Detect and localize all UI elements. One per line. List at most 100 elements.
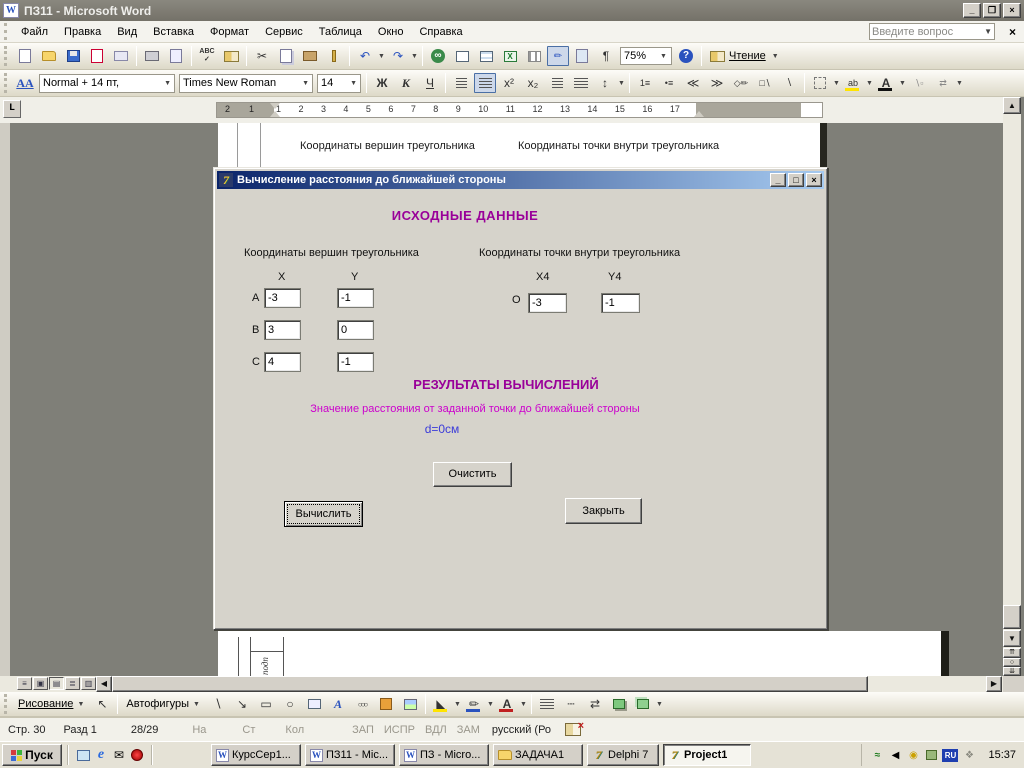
vertex-a-x-input[interactable]	[264, 288, 301, 308]
menu-item[interactable]: Таблица	[311, 23, 370, 41]
horizontal-scrollbar[interactable]: ≡ ▣ ▤ ≣ ▥ ◀ ▶	[0, 676, 1024, 692]
borders-button[interactable]	[809, 73, 831, 93]
email-button[interactable]	[110, 46, 132, 66]
menu-item[interactable]: Справка	[411, 23, 470, 41]
draw-menu-button[interactable]: Рисование ▼	[13, 696, 90, 712]
browse-previous-icon[interactable]: ⇈	[1003, 648, 1021, 658]
line-color-button[interactable]: ✏	[463, 694, 485, 714]
print-button[interactable]	[141, 46, 163, 66]
line-button[interactable]: ∖	[207, 694, 229, 714]
highlight-dropdown-icon[interactable]: ▼	[865, 80, 874, 87]
wordart-button[interactable]: А	[327, 694, 349, 714]
clear-button[interactable]: Очистить	[433, 462, 512, 487]
spelling-status-icon[interactable]	[565, 720, 584, 736]
chevron-down-icon[interactable]: ▼	[299, 80, 309, 87]
opera-icon[interactable]	[128, 746, 146, 764]
hanging-indent-marker[interactable]	[270, 111, 280, 117]
calculate-button[interactable]: Вычислить	[284, 501, 363, 527]
show-desktop-icon[interactable]	[74, 746, 92, 764]
volume-icon[interactable]: ◀	[888, 749, 902, 762]
minimize-button[interactable]: _	[963, 3, 981, 18]
print-layout-button[interactable]: ▤	[49, 677, 64, 690]
menu-item[interactable]: Окно	[370, 23, 412, 41]
status-rev[interactable]: ИСПР	[384, 724, 415, 736]
clipart-button[interactable]	[375, 694, 397, 714]
document-page-bottom[interactable]: подп	[218, 631, 941, 676]
horizontal-ruler[interactable]: 2 1 1 2 3 4 5 6 7 8 9 10 11 12 13 14 15 16 17	[216, 102, 823, 118]
status-rec[interactable]: ЗАП	[352, 724, 374, 736]
browse-next-icon[interactable]: ⇊	[1003, 667, 1021, 676]
radio-icon[interactable]: ◉	[906, 749, 920, 762]
vertical-scrollbar[interactable]: ▲ ▼ ⇈ ○ ⇊	[1003, 97, 1021, 676]
browse-object-icon[interactable]: ○	[1003, 658, 1021, 667]
menu-item[interactable]: Вид	[109, 23, 145, 41]
task-delphi7[interactable]: 7 Delphi 7	[587, 744, 659, 766]
italic-button[interactable]: К	[395, 73, 417, 93]
select-objects-button[interactable]: ↖	[91, 694, 113, 714]
show-paragraphs-button[interactable]: ¶	[595, 46, 617, 66]
tables-borders-button[interactable]	[451, 46, 473, 66]
delphi-dialog[interactable]: 7 Вычисление расстояния до ближайшей сто…	[213, 167, 828, 630]
vertex-c-x-input[interactable]	[264, 352, 301, 372]
toolbar-options-icon[interactable]: ▼	[771, 53, 780, 60]
rectangle-button[interactable]: ▭	[255, 694, 277, 714]
menu-item[interactable]: Правка	[56, 23, 109, 41]
dialog-titlebar[interactable]: 7 Вычисление расстояния до ближайшей сто…	[217, 171, 824, 189]
draw-font-color-dropdown-icon[interactable]: ▼	[519, 701, 528, 708]
paste-button[interactable]	[299, 46, 321, 66]
decrease-indent-button[interactable]: ≪	[682, 73, 704, 93]
web-layout-button[interactable]: ▣	[33, 677, 48, 690]
chevron-down-icon[interactable]: ▼	[347, 80, 357, 87]
justify-button[interactable]	[570, 73, 592, 93]
insert-excel-button[interactable]: X	[499, 46, 521, 66]
diagram-button[interactable]: ○○○	[351, 694, 373, 714]
styles-button[interactable]: АА	[14, 73, 36, 93]
dialog-minimize-button[interactable]: _	[770, 173, 786, 187]
drawing-button[interactable]: ✏	[547, 46, 569, 66]
menubar-close-icon[interactable]: ×	[1009, 25, 1016, 39]
threed-style-button[interactable]	[632, 694, 654, 714]
dialog-close-button[interactable]: ×	[806, 173, 822, 187]
text-box-button[interactable]	[303, 694, 325, 714]
underline-button[interactable]: Ч	[419, 73, 441, 93]
oval-button[interactable]: ○	[279, 694, 301, 714]
first-line-indent-marker[interactable]	[270, 103, 280, 109]
font-combo[interactable]: Times New Roman ▼	[179, 73, 313, 93]
connector-tool-button[interactable]: □∖	[754, 73, 776, 93]
vertex-b-y-input[interactable]	[337, 320, 374, 340]
vertex-b-x-input[interactable]	[264, 320, 301, 340]
task-kurser1[interactable]: W КурсСер1...	[211, 744, 301, 766]
task-pz[interactable]: W ПЗ - Micro...	[399, 744, 489, 766]
insert-picture-button[interactable]	[399, 694, 421, 714]
toolbar-options-icon[interactable]: ▼	[655, 701, 664, 708]
hyperlink-button[interactable]: ∞	[427, 46, 449, 66]
language-indicator[interactable]: RU	[942, 748, 959, 762]
save-button[interactable]	[62, 46, 84, 66]
menu-item[interactable]: Формат	[202, 23, 257, 41]
tab-stop-selector[interactable]: L	[3, 100, 21, 118]
subscript-button[interactable]: x₂	[522, 73, 544, 93]
line-color-dropdown-icon[interactable]: ▼	[486, 701, 495, 708]
help-button[interactable]: ?	[675, 46, 697, 66]
undo-dropdown-icon[interactable]: ▼	[377, 53, 386, 60]
format-painter-button[interactable]	[323, 46, 345, 66]
increase-indent-button[interactable]: ≫	[706, 73, 728, 93]
copy-button[interactable]	[275, 46, 297, 66]
ask-question-box[interactable]: Введите вопрос ▼	[868, 23, 995, 40]
scroll-down-icon[interactable]: ▼	[1003, 630, 1021, 647]
undo-button[interactable]: ↶	[354, 46, 376, 66]
scroll-left-icon[interactable]: ◀	[96, 676, 112, 692]
status-ext[interactable]: ВДЛ	[425, 724, 447, 736]
columns-button[interactable]	[523, 46, 545, 66]
chevron-down-icon[interactable]: ▼	[984, 27, 992, 36]
font-size-combo[interactable]: 14 ▼	[317, 73, 361, 93]
horizontal-scroll-thumb[interactable]	[112, 676, 868, 692]
insert-table-button[interactable]	[475, 46, 497, 66]
autoshapes-menu-button[interactable]: Автофигуры ▼	[121, 696, 206, 712]
zoom-dropdown-icon[interactable]: ▼	[659, 53, 668, 60]
bold-button[interactable]: Ж	[371, 73, 393, 93]
dash-style-button[interactable]: ┄	[560, 694, 582, 714]
internet-explorer-icon[interactable]: e	[92, 746, 110, 764]
font-color-dropdown-icon[interactable]: ▼	[898, 80, 907, 87]
fill-color-button[interactable]: ◣	[430, 694, 452, 714]
